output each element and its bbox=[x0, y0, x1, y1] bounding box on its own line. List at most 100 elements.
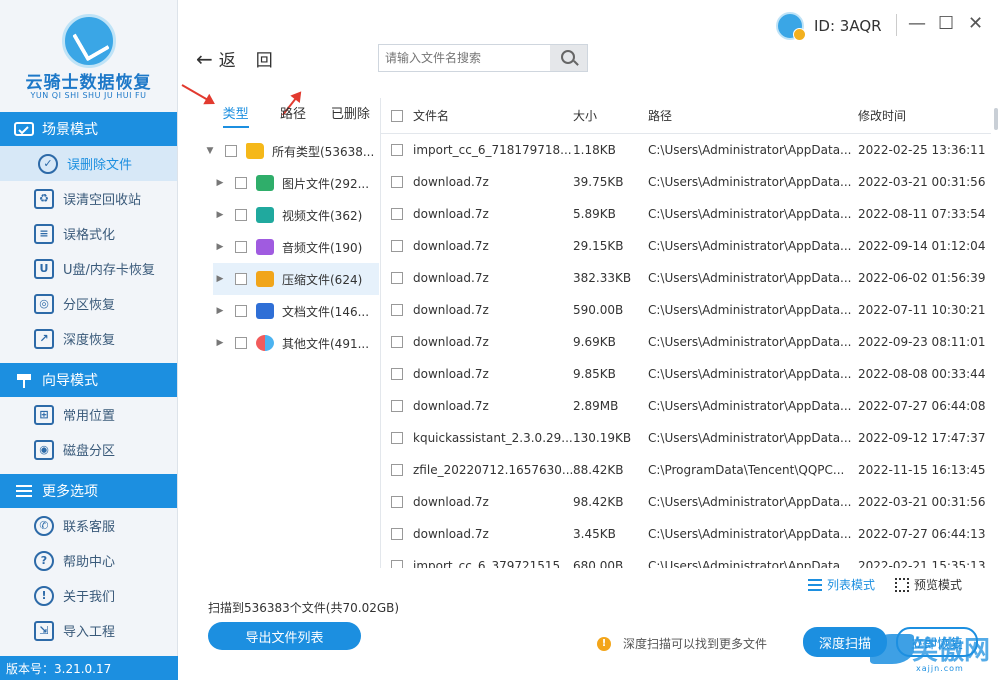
row-checkbox[interactable] bbox=[391, 144, 403, 156]
tab-deleted[interactable]: 已删除 bbox=[322, 100, 379, 130]
expand-arrow-icon[interactable]: ▶ bbox=[213, 306, 227, 316]
audio-file-icon bbox=[256, 239, 274, 255]
checkbox[interactable] bbox=[235, 273, 247, 285]
table-row[interactable]: download.7z 29.15KB C:\Users\Administrator… bbox=[381, 230, 991, 262]
row-checkbox[interactable] bbox=[391, 400, 403, 412]
file-name: download.7z bbox=[413, 175, 489, 189]
checkbox[interactable] bbox=[235, 177, 247, 189]
file-path: C:\Users\Administrator\AppData... bbox=[648, 143, 852, 157]
sidebar-item-disk-partition[interactable]: ◉ 磁盘分区 bbox=[0, 432, 177, 467]
expand-arrow-icon[interactable]: ▶ bbox=[213, 210, 227, 220]
table-row[interactable]: download.7z 5.89KB C:\Users\Administrator\… bbox=[381, 198, 991, 230]
table-row[interactable]: download.7z 2.89MB C:\Users\Administrator\… bbox=[381, 390, 991, 422]
expand-arrow-icon[interactable]: ▶ bbox=[213, 338, 227, 348]
section-header-label: 更多选项 bbox=[42, 484, 98, 500]
sidebar-item-partition[interactable]: ◎ 分区恢复 bbox=[0, 286, 177, 321]
sidebar-item-help[interactable]: ? 帮助中心 bbox=[0, 543, 177, 578]
sidebar-item-usb[interactable]: U U盘/内存卡恢复 bbox=[0, 251, 177, 286]
row-checkbox[interactable] bbox=[391, 496, 403, 508]
sidebar-item-deep-recovery[interactable]: ↗ 深度恢复 bbox=[0, 321, 177, 356]
expand-arrow-icon[interactable]: ▶ bbox=[213, 274, 227, 284]
select-all-checkbox[interactable] bbox=[391, 109, 403, 122]
table-scrollbar[interactable] bbox=[994, 108, 998, 130]
column-header-path[interactable]: 路径 bbox=[648, 107, 858, 124]
checkbox[interactable] bbox=[235, 305, 247, 317]
row-checkbox[interactable] bbox=[391, 240, 403, 252]
tree-item-all-types[interactable]: ▼ 所有类型(53638... bbox=[203, 135, 379, 167]
tree-item-archives[interactable]: ▶ 压缩文件(624) bbox=[213, 263, 379, 295]
table-row[interactable]: download.7z 3.45KB C:\Users\Administrator\… bbox=[381, 518, 991, 550]
row-checkbox[interactable] bbox=[391, 304, 403, 316]
file-size: 88.42KB bbox=[573, 463, 624, 477]
tree-item-documents[interactable]: ▶ 文档文件(146... bbox=[203, 295, 379, 327]
column-header-name[interactable]: 文件名 bbox=[413, 107, 573, 124]
column-header-time[interactable]: 修改时间 bbox=[858, 107, 991, 124]
row-checkbox[interactable] bbox=[391, 368, 403, 380]
export-file-list-button[interactable]: 导出文件列表 bbox=[208, 622, 361, 650]
table-row[interactable]: download.7z 9.69KB C:\Users\Administrator\… bbox=[381, 326, 991, 358]
tree-item-audio[interactable]: ▶ 音频文件(190) bbox=[203, 231, 379, 263]
back-arrow-icon: ← bbox=[196, 46, 213, 71]
search-icon[interactable] bbox=[550, 45, 587, 71]
file-path: C:\ProgramData\Tencent\QQPC... bbox=[648, 463, 845, 477]
help-icon: ? bbox=[34, 550, 54, 571]
table-row[interactable]: download.7z 9.85KB C:\Users\Administrator\… bbox=[381, 358, 991, 390]
tree-item-images[interactable]: ▶ 图片文件(292... bbox=[203, 167, 379, 199]
row-checkbox[interactable] bbox=[391, 272, 403, 284]
minimize-icon[interactable]: — bbox=[908, 14, 926, 34]
table-row[interactable]: import_cc_6_718179718... 1.18KB C:\Users\A… bbox=[381, 134, 991, 166]
column-header-size[interactable]: 大小 bbox=[573, 107, 648, 124]
sidebar-item-deleted-files[interactable]: ✓ 误删除文件 bbox=[0, 146, 177, 181]
sidebar-item-label: 常用位置 bbox=[63, 409, 116, 424]
logo-knight-icon bbox=[62, 14, 116, 68]
table-row[interactable]: download.7z 39.75KB C:\Users\Administrator… bbox=[381, 166, 991, 198]
tree-item-other[interactable]: ▶ 其他文件(491... bbox=[203, 327, 379, 359]
table-row[interactable]: import_cc_6_379721515... 680.00B C:\Users\… bbox=[381, 550, 991, 568]
tab-path[interactable]: 路径 bbox=[264, 100, 321, 130]
table-row[interactable]: zfile_20220712.1657630... 88.42KB C:\Progr… bbox=[381, 454, 991, 486]
sidebar-item-label: 误删除文件 bbox=[67, 158, 133, 173]
checkbox[interactable] bbox=[235, 337, 247, 349]
tab-type[interactable]: 类型 bbox=[207, 100, 264, 130]
sidebar-item-contact[interactable]: ✆ 联系客服 bbox=[0, 508, 177, 543]
file-name: download.7z bbox=[413, 239, 489, 253]
file-size: 98.42KB bbox=[573, 495, 624, 509]
checkbox[interactable] bbox=[235, 241, 247, 253]
sidebar-item-recycle-bin[interactable]: ♻ 误清空回收站 bbox=[0, 181, 177, 216]
sidebar-item-about[interactable]: ! 关于我们 bbox=[0, 578, 177, 613]
maximize-icon[interactable]: ☐ bbox=[938, 14, 954, 34]
sidebar-item-import[interactable]: ⇲ 导入工程 bbox=[0, 613, 177, 648]
file-name: download.7z bbox=[413, 527, 489, 541]
table-row[interactable]: download.7z 590.00B C:\Users\Administrator… bbox=[381, 294, 991, 326]
row-checkbox[interactable] bbox=[391, 336, 403, 348]
table-body: import_cc_6_718179718... 1.18KB C:\Users\A… bbox=[381, 134, 991, 568]
row-checkbox[interactable] bbox=[391, 208, 403, 220]
tree-item-videos[interactable]: ▶ 视频文件(362) bbox=[203, 199, 379, 231]
file-name: download.7z bbox=[413, 271, 489, 285]
row-checkbox[interactable] bbox=[391, 432, 403, 444]
row-checkbox[interactable] bbox=[391, 176, 403, 188]
row-checkbox[interactable] bbox=[391, 464, 403, 476]
archive-file-icon bbox=[256, 271, 274, 287]
file-type-tree: ▼ 所有类型(53638... ▶ 图片文件(292... ▶ 视频文件(362… bbox=[203, 135, 379, 359]
close-icon[interactable]: ✕ bbox=[968, 14, 983, 34]
collapse-arrow-icon[interactable]: ▼ bbox=[203, 146, 217, 156]
user-id[interactable]: ID: 3AQR bbox=[776, 12, 882, 41]
row-checkbox[interactable] bbox=[391, 560, 403, 568]
expand-arrow-icon[interactable]: ▶ bbox=[213, 178, 227, 188]
checkbox[interactable] bbox=[225, 145, 237, 157]
search-input[interactable] bbox=[379, 45, 550, 71]
table-row[interactable]: kquickassistant_2.3.0.29... 130.19KB C:\Us… bbox=[381, 422, 991, 454]
list-mode-button[interactable]: 列表模式 bbox=[808, 576, 875, 593]
sidebar-item-common-locations[interactable]: ⊞ 常用位置 bbox=[0, 397, 177, 432]
row-checkbox[interactable] bbox=[391, 528, 403, 540]
sidebar-item-format[interactable]: ≡ 误格式化 bbox=[0, 216, 177, 251]
preview-mode-button[interactable]: 预览模式 bbox=[895, 576, 962, 593]
sidebar-item-label: 误格式化 bbox=[63, 228, 116, 243]
checkbox[interactable] bbox=[235, 209, 247, 221]
table-row[interactable]: download.7z 382.33KB C:\Users\Administrato… bbox=[381, 262, 991, 294]
table-row[interactable]: download.7z 98.42KB C:\Users\Administrator… bbox=[381, 486, 991, 518]
disk-icon: ◉ bbox=[34, 439, 54, 460]
expand-arrow-icon[interactable]: ▶ bbox=[213, 242, 227, 252]
back-button[interactable]: ← 返 回 bbox=[196, 46, 273, 72]
